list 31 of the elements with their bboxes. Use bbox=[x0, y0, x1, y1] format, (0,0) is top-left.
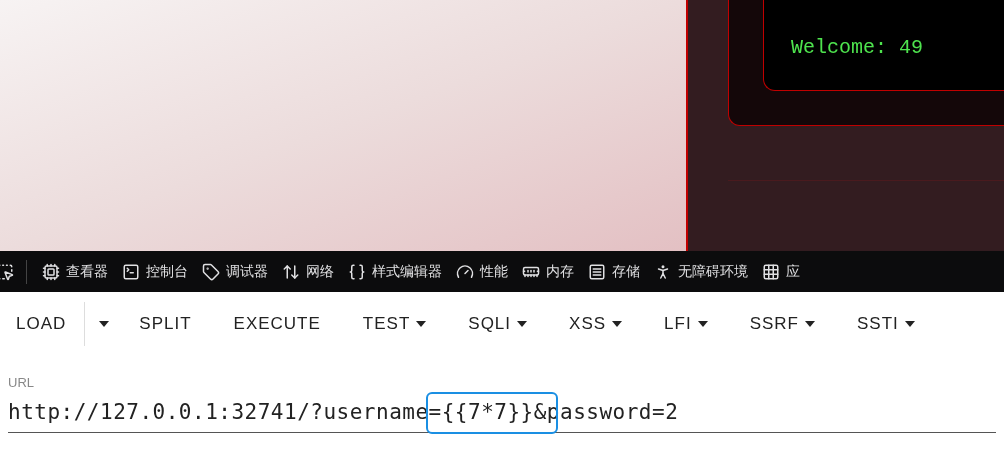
braces-icon bbox=[348, 262, 366, 281]
grid-icon bbox=[762, 262, 780, 281]
terminal-icon bbox=[122, 262, 140, 281]
up-down-arrows-icon bbox=[282, 262, 300, 281]
devtools-tab[interactable]: 网络 bbox=[275, 251, 341, 292]
hackbar-button[interactable]: XSS bbox=[559, 303, 633, 345]
hackbar-button[interactable]: SPLIT bbox=[129, 303, 202, 345]
devtools-tab[interactable]: 性能 bbox=[449, 251, 515, 292]
devtools-tab[interactable]: 应 bbox=[755, 251, 807, 292]
hackbar-button[interactable]: SQLI bbox=[458, 303, 538, 345]
chip-icon bbox=[42, 262, 60, 281]
tag-icon bbox=[202, 262, 220, 281]
gauge-icon bbox=[456, 262, 474, 281]
url-label: URL bbox=[8, 374, 35, 392]
devtools-tab[interactable]: 无障碍环境 bbox=[647, 251, 755, 292]
hackbar-button[interactable]: SSRF bbox=[739, 303, 825, 345]
hackbar-button[interactable]: EXECUTE bbox=[223, 303, 331, 345]
devtools-tab[interactable]: 内存 bbox=[515, 251, 581, 292]
terminal-text: Welcome: 49 bbox=[791, 36, 924, 59]
hackbar-button[interactable]: SSTI bbox=[847, 303, 925, 345]
caret-icon bbox=[99, 321, 110, 327]
hackbar-button[interactable]: LFI bbox=[654, 303, 718, 345]
hackbar-button[interactable]: LOAD bbox=[6, 303, 77, 345]
pick-element-icon[interactable] bbox=[0, 262, 14, 281]
devtools-tab[interactable]: 查看器 bbox=[35, 251, 115, 292]
devtools-tab[interactable]: 调试器 bbox=[195, 251, 275, 292]
devtools-tab[interactable]: 控制台 bbox=[115, 251, 195, 292]
devtools-tab[interactable]: 存储 bbox=[581, 251, 647, 292]
devtools-tab[interactable]: 样式编辑器 bbox=[341, 251, 449, 292]
hackbar-button[interactable]: TEST bbox=[352, 303, 437, 345]
storage-icon bbox=[588, 262, 606, 281]
